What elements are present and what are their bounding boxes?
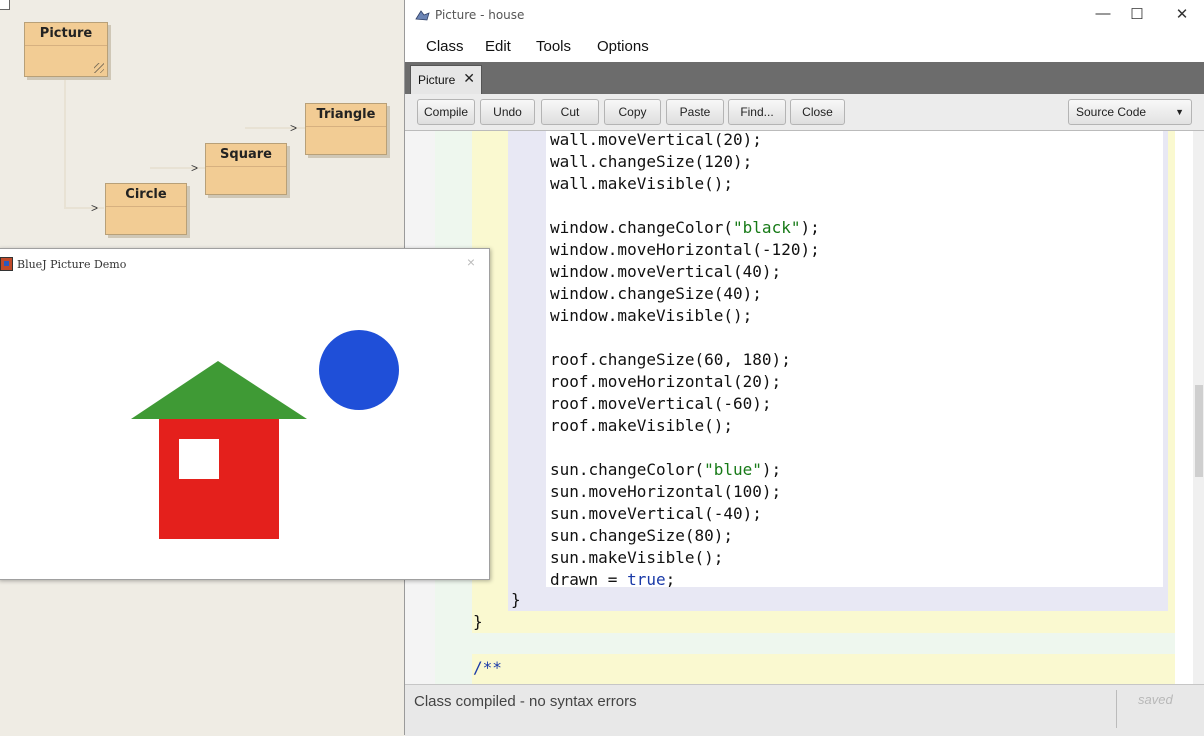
- class-name: Picture: [25, 23, 107, 46]
- doc-comment: /**: [473, 658, 502, 677]
- code-editor[interactable]: wall.moveVertical(20); wall.changeSize(12…: [405, 131, 1204, 684]
- code-line: window.moveVertical(40);: [550, 262, 782, 281]
- class-name: Circle: [106, 184, 186, 207]
- sun-circle: [319, 330, 399, 410]
- drawing-canvas: [131, 330, 399, 539]
- vertical-scrollbar[interactable]: [1193, 131, 1204, 684]
- class-box-picture[interactable]: Picture: [24, 22, 108, 77]
- arrow-head-icon: >: [290, 121, 298, 135]
- java-app-icon: [0, 257, 13, 271]
- scope-comment: [472, 654, 1175, 684]
- find-button[interactable]: Find...: [728, 99, 786, 125]
- code-line: roof.moveHorizontal(20);: [550, 372, 782, 391]
- code-line: sun.moveVertical(-40);: [550, 504, 762, 523]
- closing-brace: }: [473, 612, 483, 631]
- title-bar: Picture - house — ☐ ✕: [405, 0, 1204, 32]
- menu-edit[interactable]: Edit: [485, 38, 511, 55]
- tab-picture[interactable]: Picture ✕: [410, 65, 482, 95]
- maximize-icon[interactable]: ☐: [1122, 5, 1152, 23]
- dependency-line: [64, 77, 66, 207]
- code-line: roof.moveVertical(-60);: [550, 394, 772, 413]
- status-bar: Class compiled - no syntax errors saved: [405, 684, 1204, 736]
- close-icon[interactable]: ✕: [1167, 5, 1197, 23]
- code-line: sun.moveHorizontal(100);: [550, 482, 782, 501]
- demo-title-bar: BlueJ Picture Demo ×: [0, 249, 489, 279]
- code-line: window.moveHorizontal(-120);: [550, 240, 820, 259]
- arrow-head-icon: >: [91, 201, 99, 215]
- code-line: window.changeColor("black");: [550, 218, 820, 237]
- code-line: roof.makeVisible();: [550, 416, 734, 435]
- code-line: wall.changeSize(120);: [550, 152, 753, 171]
- code-line: window.makeVisible();: [550, 306, 753, 325]
- class-box-triangle[interactable]: Triangle: [305, 103, 387, 155]
- code-line: drawn = true;: [550, 570, 676, 589]
- demo-window-title: BlueJ Picture Demo: [17, 258, 127, 271]
- window-square: [179, 439, 219, 479]
- view-selector[interactable]: Source Code ▼: [1068, 99, 1192, 125]
- paste-button[interactable]: Paste: [666, 99, 724, 125]
- copy-button[interactable]: Copy: [604, 99, 661, 125]
- closing-brace: }: [511, 590, 521, 609]
- menu-class[interactable]: Class: [426, 38, 464, 55]
- menu-bar: Class Edit Tools Options: [405, 32, 1204, 62]
- class-box-square[interactable]: Square: [205, 143, 287, 195]
- close-icon[interactable]: ×: [467, 254, 475, 270]
- class-box-circle[interactable]: Circle: [105, 183, 187, 235]
- cut-button[interactable]: Cut: [541, 99, 599, 125]
- undo-button[interactable]: Undo: [480, 99, 535, 125]
- class-name: Triangle: [306, 104, 386, 127]
- class-name: Square: [206, 144, 286, 167]
- close-button[interactable]: Close: [790, 99, 845, 125]
- minimize-icon[interactable]: —: [1088, 5, 1118, 22]
- scrollbar-thumb[interactable]: [1195, 385, 1203, 477]
- editor-window: Picture - house — ☐ ✕ Class Edit Tools O…: [404, 0, 1204, 736]
- resize-handle[interactable]: [94, 63, 104, 73]
- menu-options[interactable]: Options: [597, 38, 649, 55]
- code-line: sun.makeVisible();: [550, 548, 724, 567]
- picture-demo-window: BlueJ Picture Demo ×: [0, 248, 490, 580]
- view-selector-label: Source Code: [1076, 105, 1147, 119]
- code-line: roof.changeSize(60, 180);: [550, 350, 791, 369]
- menu-tools[interactable]: Tools: [536, 38, 571, 55]
- diagram-corner-handle[interactable]: [0, 0, 10, 10]
- code-line: sun.changeColor("blue");: [550, 460, 782, 479]
- bluej-app-icon: [415, 10, 430, 21]
- toolbar: Compile Undo Cut Copy Paste Find... Clos…: [405, 94, 1204, 131]
- tab-close-icon[interactable]: ✕: [463, 70, 475, 87]
- code-line: window.changeSize(40);: [550, 284, 762, 303]
- chevron-down-icon: ▼: [1175, 107, 1184, 117]
- roof-triangle: [131, 361, 307, 419]
- tab-label: Picture: [418, 73, 456, 87]
- code-line: wall.moveVertical(20);: [550, 131, 762, 149]
- compile-button[interactable]: Compile: [417, 99, 475, 125]
- code-line: wall.makeVisible();: [550, 174, 734, 193]
- code-line: sun.changeSize(80);: [550, 526, 734, 545]
- status-message: Class compiled - no syntax errors: [414, 693, 637, 710]
- saved-indicator: saved: [1138, 692, 1173, 707]
- status-divider: [1116, 690, 1117, 728]
- arrow-head-icon: >: [191, 161, 199, 175]
- tab-strip: Picture ✕: [405, 62, 1204, 95]
- window-title: Picture - house: [435, 8, 525, 22]
